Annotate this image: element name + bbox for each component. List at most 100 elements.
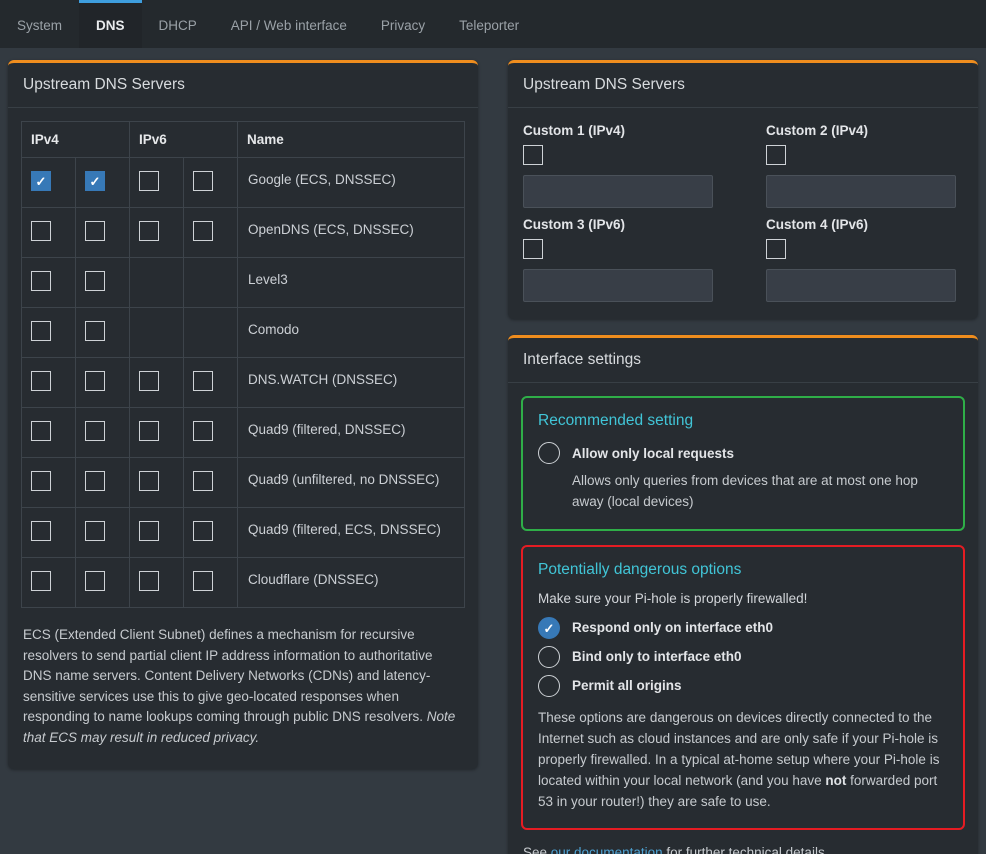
radio-button[interactable] [538,675,560,697]
checkbox[interactable] [193,171,213,191]
table-row: Quad9 (filtered, ECS, DNSSEC) [22,508,465,558]
custom-dns-label: Custom 4 (IPv6) [766,217,963,232]
checkbox[interactable] [139,171,159,191]
checkbox-cell [184,158,238,208]
checkbox-cell [184,558,238,608]
custom-dns-input[interactable] [523,269,713,302]
checkbox[interactable] [766,145,786,165]
tab-system[interactable]: System [0,0,79,48]
checkbox-cell [22,358,76,408]
settings-content: Upstream DNS Servers IPv4 IPv6 Name ✓✓Go… [0,48,986,854]
checkbox-cell [184,308,238,358]
checkbox[interactable] [31,321,51,341]
dns-provider-name: Google (ECS, DNSSEC) [238,158,465,208]
column-header-ipv6: IPv6 [130,122,238,158]
checkbox[interactable] [31,471,51,491]
table-header-row: IPv4 IPv6 Name [22,122,465,158]
checkbox[interactable] [523,145,543,165]
panel-title: Interface settings [508,338,978,383]
checkbox[interactable] [31,371,51,391]
checkbox[interactable] [193,371,213,391]
dns-provider-name: DNS.WATCH (DNSSEC) [238,358,465,408]
checkbox[interactable] [139,371,159,391]
checkbox[interactable] [31,521,51,541]
checkbox[interactable] [85,371,105,391]
table-row: Cloudflare (DNSSEC) [22,558,465,608]
checkbox[interactable] [31,571,51,591]
checkbox-cell [130,308,184,358]
custom-dns-input[interactable] [766,175,956,208]
dangerous-options-box: Potentially dangerous options Make sure … [521,545,965,831]
checkbox[interactable] [766,239,786,259]
checkbox-cell [76,458,130,508]
radio-button[interactable]: ✓ [538,617,560,639]
checkbox[interactable]: ✓ [85,171,105,191]
custom-upstream-dns-panel: Upstream DNS Servers Custom 1 (IPv4)Cust… [508,60,978,319]
custom-dns-input[interactable] [523,175,713,208]
checkbox[interactable] [193,421,213,441]
checkbox[interactable] [139,471,159,491]
tab-teleporter[interactable]: Teleporter [442,0,536,48]
checkbox[interactable] [139,571,159,591]
checkbox[interactable] [85,521,105,541]
upstream-dns-table: IPv4 IPv6 Name ✓ ✓ Google (ECS, DNSSEC)Ope… [21,121,465,608]
custom-dns-field: Custom 2 (IPv4) [766,123,963,208]
checkbox-cell [22,458,76,508]
checkbox[interactable] [193,521,213,541]
dangerous-options-note: These options are dangerous on devices d… [538,708,948,813]
radio-option[interactable]: Bind only to interface eth0 [538,646,948,668]
radio-option-label: Respond only on interface eth0 [572,620,773,635]
checkbox-cell [130,208,184,258]
custom-dns-grid: Custom 1 (IPv4) Custom 2 (IPv4) Custom 3 (… [521,121,965,306]
checkbox[interactable] [31,421,51,441]
checkbox[interactable] [193,221,213,241]
footer-text: for further technical details. [663,845,829,854]
dns-provider-name: OpenDNS (ECS, DNSSEC) [238,208,465,258]
checkbox-cell: ✓ [76,158,130,208]
ecs-explanation: ECS (Extended Client Subnet) defines a m… [23,625,463,748]
checkbox[interactable] [85,321,105,341]
checkbox[interactable] [193,471,213,491]
tab-dns[interactable]: DNS [79,0,142,48]
empty-cell [193,271,213,291]
tab-api-web-interface[interactable]: API / Web interface [214,0,364,48]
checkbox-cell [184,508,238,558]
checkbox[interactable]: ✓ [31,171,51,191]
checkbox[interactable] [523,239,543,259]
checkbox[interactable] [85,571,105,591]
custom-dns-field: Custom 4 (IPv6) [766,217,963,302]
radio-option[interactable]: Permit all origins [538,675,948,697]
checkbox[interactable] [85,271,105,291]
radio-button[interactable] [538,646,560,668]
checkbox-cell [76,308,130,358]
settings-tab-bar: SystemDNSDHCPAPI / Web interfacePrivacyT… [0,0,986,48]
radio-option[interactable]: ✓ Respond only on interface eth0 [538,617,948,639]
checkbox[interactable] [139,221,159,241]
tab-privacy[interactable]: Privacy [364,0,442,48]
checkbox-cell [130,408,184,458]
radio-button[interactable] [538,442,560,464]
checkbox-cell [76,508,130,558]
checkbox[interactable] [31,271,51,291]
custom-dns-field: Custom 3 (IPv6) [523,217,720,302]
custom-dns-label: Custom 3 (IPv6) [523,217,720,232]
custom-dns-label: Custom 1 (IPv4) [523,123,720,138]
upstream-table-body-wrap: IPv4 IPv6 Name ✓ ✓ Google (ECS, DNSSEC)Ope… [8,108,478,769]
documentation-link[interactable]: our documentation [551,845,663,854]
dns-provider-name: Cloudflare (DNSSEC) [238,558,465,608]
checkbox[interactable] [85,221,105,241]
checkbox[interactable] [139,521,159,541]
checkbox[interactable] [85,471,105,491]
checkbox-cell [76,358,130,408]
custom-dns-input[interactable] [766,269,956,302]
checkbox-cell [22,258,76,308]
table-row: DNS.WATCH (DNSSEC) [22,358,465,408]
note-bold-text: not [825,773,846,788]
tab-dhcp[interactable]: DHCP [142,0,214,48]
checkbox[interactable] [31,221,51,241]
radio-option-local-requests[interactable]: Allow only local requests [538,442,948,464]
checkbox[interactable] [193,571,213,591]
checkbox[interactable] [85,421,105,441]
radio-option-description: Allows only queries from devices that ar… [572,471,948,513]
checkbox[interactable] [139,421,159,441]
